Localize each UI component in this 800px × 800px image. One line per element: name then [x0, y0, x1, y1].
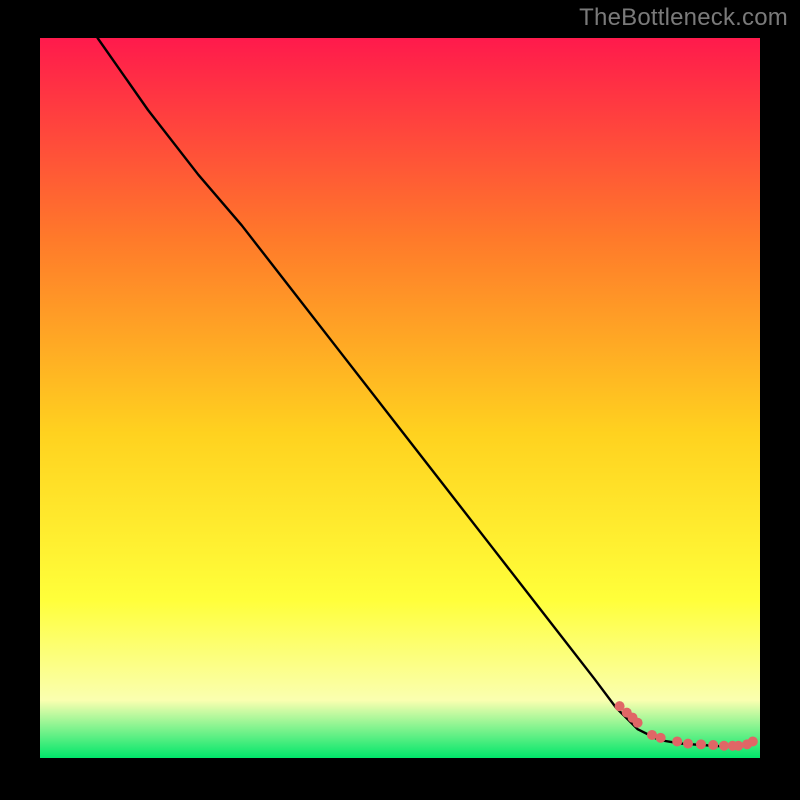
plot-area [40, 38, 760, 758]
sample-point [633, 718, 643, 728]
chart-svg [40, 38, 760, 758]
watermark-text: TheBottleneck.com [579, 4, 788, 32]
sample-point [696, 739, 706, 749]
sample-point [748, 736, 758, 746]
sample-point [647, 730, 657, 740]
sample-point [656, 733, 666, 743]
gradient-background [40, 38, 760, 758]
chart-frame: TheBottleneck.com [0, 0, 800, 800]
sample-point [719, 741, 729, 751]
sample-point [733, 741, 743, 751]
sample-point [672, 736, 682, 746]
sample-point [683, 739, 693, 749]
sample-point [708, 740, 718, 750]
